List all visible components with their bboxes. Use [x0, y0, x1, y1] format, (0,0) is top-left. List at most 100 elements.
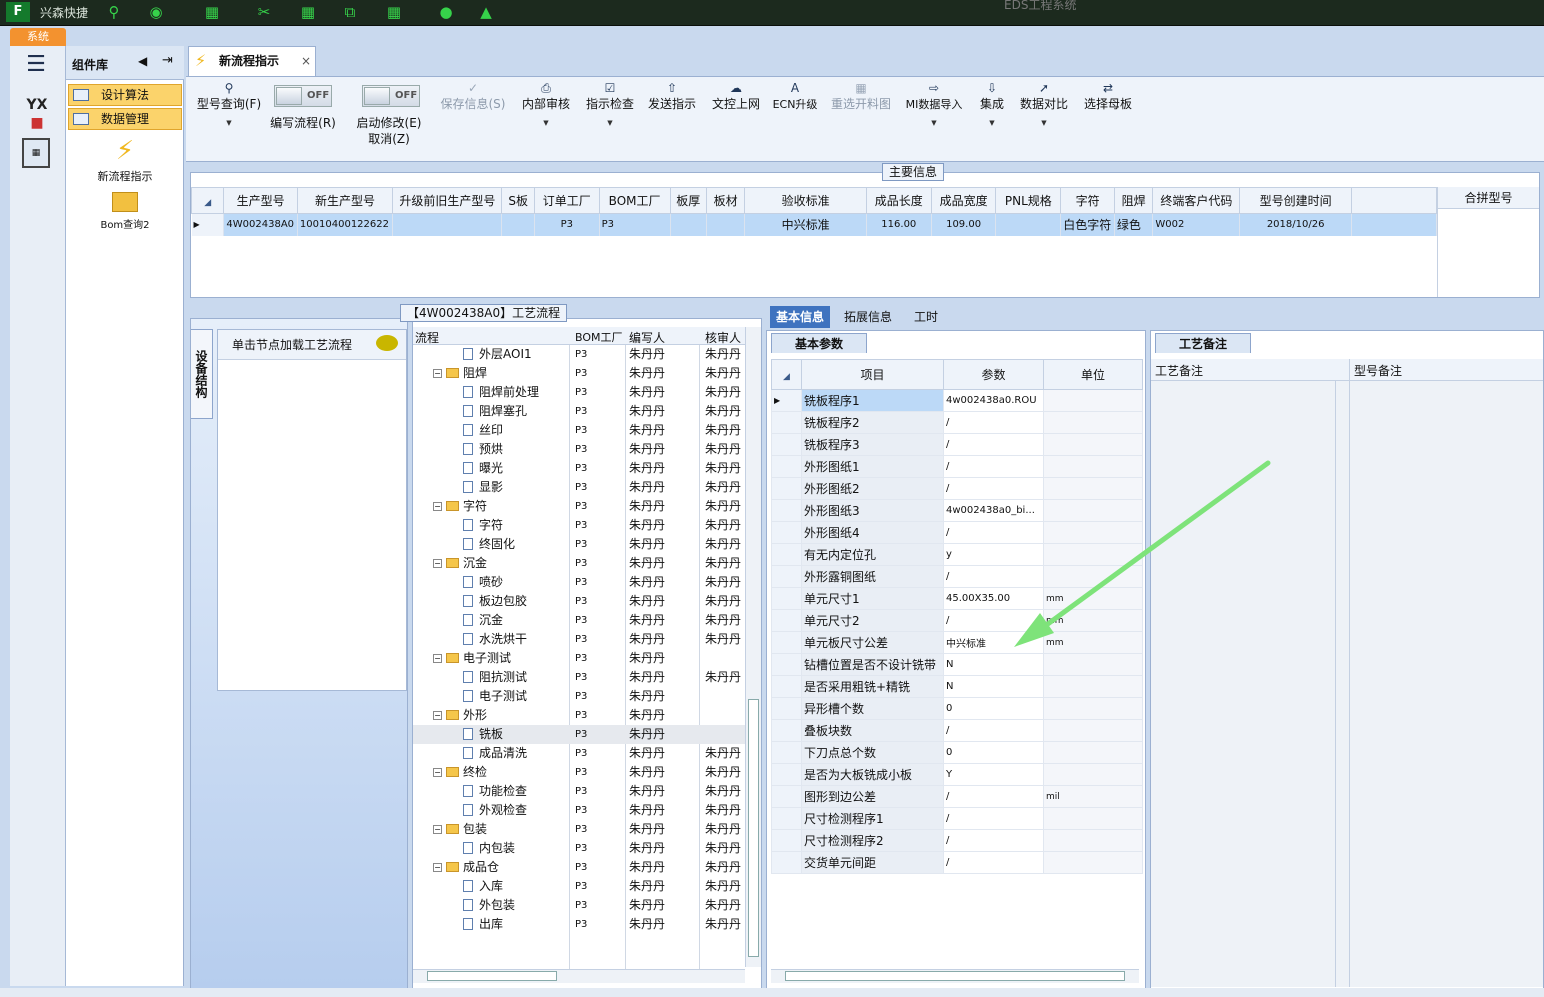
- column-header[interactable]: 终端客户代码: [1152, 187, 1241, 214]
- tree-node[interactable]: 字符 P3 朱丹丹 朱丹丹: [413, 516, 745, 535]
- table-row[interactable]: 下刀点总个数 0: [771, 741, 1143, 764]
- param-value-cell[interactable]: /: [943, 719, 1044, 742]
- cancel-modify-label[interactable]: 取消(Z): [354, 131, 424, 147]
- table-cell[interactable]: P3: [599, 213, 671, 236]
- table-cell[interactable]: 10010400122622: [297, 213, 394, 236]
- grid-icon[interactable]: ▦: [202, 3, 222, 21]
- column-header[interactable]: S板: [501, 187, 535, 214]
- tree-node[interactable]: 板边包胶 P3 朱丹丹 朱丹丹: [413, 592, 745, 611]
- tree-node[interactable]: 终固化 P3 朱丹丹 朱丹丹: [413, 535, 745, 554]
- tree-node[interactable]: 曝光 P3 朱丹丹 朱丹丹: [413, 459, 745, 478]
- tree-horizontal-scrollbar[interactable]: [413, 969, 745, 983]
- tree-node[interactable]: 内包装 P3 朱丹丹 朱丹丹: [413, 839, 745, 858]
- param-value-cell[interactable]: /: [943, 785, 1044, 808]
- ecn-upgrade-button[interactable]: A ECN升级: [770, 81, 820, 112]
- model-query-button[interactable]: ⚲ 型号查询(F) ▼: [194, 81, 264, 131]
- tab-extended-info[interactable]: 拓展信息: [838, 306, 898, 328]
- column-header[interactable]: 项目: [801, 359, 944, 390]
- table-row[interactable]: 叠板块数 /: [771, 719, 1143, 742]
- user-icon[interactable]: ●: [436, 3, 456, 21]
- tree-node[interactable]: 外观检查 P3 朱丹丹 朱丹丹: [413, 801, 745, 820]
- column-header[interactable]: 升级前旧生产型号: [392, 187, 503, 214]
- table-cell[interactable]: 中兴标准: [744, 213, 867, 236]
- internal-review-button[interactable]: ⎙ 内部审核 ▼: [518, 81, 574, 131]
- collapse-icon[interactable]: −: [433, 369, 442, 378]
- column-header[interactable]: PNL规格: [995, 187, 1062, 214]
- copy-icon[interactable]: ⧉: [340, 3, 360, 21]
- reselect-cut-drawing-button[interactable]: ▦ 重选开料图: [828, 81, 894, 112]
- scrollbar-thumb[interactable]: [785, 971, 1125, 981]
- tree-node[interactable]: 沉金 P3 朱丹丹 朱丹丹: [413, 611, 745, 630]
- integrate-button[interactable]: ⇩ 集成 ▼: [974, 81, 1010, 131]
- column-header[interactable]: BOM工厂: [575, 329, 623, 345]
- params-horizontal-scrollbar[interactable]: [771, 969, 1139, 983]
- column-header[interactable]: 验收标准: [744, 187, 867, 214]
- param-value-cell[interactable]: /: [943, 807, 1044, 830]
- column-header[interactable]: 成品宽度: [930, 187, 997, 214]
- lib-item-design-algorithm[interactable]: 设计算法: [68, 84, 182, 106]
- lib-item-data-management[interactable]: 数据管理: [68, 108, 182, 130]
- tree-node[interactable]: − 沉金 P3 朱丹丹 朱丹丹: [413, 554, 745, 573]
- table-row[interactable]: 铣板程序2/: [771, 411, 1143, 434]
- table-cell[interactable]: P3: [534, 213, 600, 236]
- tree-node[interactable]: − 终检 P3 朱丹丹 朱丹丹: [413, 763, 745, 782]
- tree-node[interactable]: 阻焊前处理 P3 朱丹丹 朱丹丹: [413, 383, 745, 402]
- tab-new-process[interactable]: ⚡ 新流程指示 ×: [188, 46, 316, 76]
- param-value-cell[interactable]: N: [943, 653, 1044, 676]
- factory-icon[interactable]: YX ■: [20, 96, 54, 131]
- tree-node[interactable]: 成品清洗 P3 朱丹丹 朱丹丹: [413, 744, 745, 763]
- tab-basic-info[interactable]: 基本信息: [770, 306, 831, 328]
- save-info-button[interactable]: ✓ 保存信息(S): [438, 81, 508, 112]
- tree-node[interactable]: − 阻焊 P3 朱丹丹 朱丹丹: [413, 364, 745, 383]
- model-notes-textarea[interactable]: [1349, 381, 1543, 987]
- table-cell[interactable]: [392, 213, 503, 236]
- param-value-cell[interactable]: /: [943, 829, 1044, 852]
- column-header[interactable]: BOM工厂: [598, 187, 671, 214]
- chevron-down-icon[interactable]: ▼: [1016, 116, 1072, 131]
- table-cell[interactable]: 109.00: [931, 213, 997, 236]
- start-modify-toggle[interactable]: OFF: [362, 85, 420, 107]
- param-value-cell[interactable]: /: [943, 411, 1044, 434]
- param-value-cell[interactable]: 0: [943, 697, 1044, 720]
- tree-node[interactable]: 外层AOI1 P3 朱丹丹 朱丹丹: [413, 345, 745, 364]
- process-notes-scrollbar[interactable]: [1335, 381, 1349, 987]
- tree-node[interactable]: − 电子测试 P3 朱丹丹: [413, 649, 745, 668]
- tree-node[interactable]: − 成品仓 P3 朱丹丹 朱丹丹: [413, 858, 745, 877]
- launcher-new-process[interactable]: ⚡ 新流程指示: [66, 134, 184, 184]
- chevron-down-icon[interactable]: ▼: [194, 116, 264, 131]
- table-cell[interactable]: [670, 213, 707, 236]
- tree-node[interactable]: 阻焊塞孔 P3 朱丹丹 朱丹丹: [413, 402, 745, 421]
- main-info-grid[interactable]: ◢ 生产型号 新生产型号 升级前旧生产型号 S板 订单工厂 BOM工厂 板厚 板…: [190, 187, 1438, 236]
- collapse-icon[interactable]: −: [433, 502, 442, 511]
- table-cell[interactable]: W002: [1152, 213, 1241, 236]
- table-row[interactable]: 交货单元间距 /: [771, 851, 1143, 874]
- param-value-cell[interactable]: 4w002438a0.ROU: [943, 389, 1044, 412]
- mi-import-button[interactable]: ⇨ MI数据导入 ▼: [902, 81, 966, 131]
- tree-node[interactable]: 喷砂 P3 朱丹丹 朱丹丹: [413, 573, 745, 592]
- table-cell[interactable]: 绿色: [1114, 213, 1154, 236]
- close-icon[interactable]: ×: [301, 47, 311, 75]
- table-row[interactable]: 铣板程序3/: [771, 433, 1143, 456]
- table-cell[interactable]: [501, 213, 535, 236]
- table-row[interactable]: 图形到边公差 / mil: [771, 785, 1143, 808]
- collapse-icon[interactable]: −: [433, 711, 442, 720]
- search-icon[interactable]: ⚲: [104, 3, 124, 21]
- chevron-down-icon[interactable]: ▼: [518, 116, 574, 131]
- tree-node[interactable]: − 外形 P3 朱丹丹: [413, 706, 745, 725]
- collapse-icon[interactable]: −: [433, 654, 442, 663]
- tree-node[interactable]: 入库 P3 朱丹丹 朱丹丹: [413, 877, 745, 896]
- scrollbar-thumb[interactable]: [748, 699, 759, 957]
- table-row[interactable]: 是否为大板铣成小板 Y: [771, 763, 1143, 786]
- table-row[interactable]: 异形槽个数 0: [771, 697, 1143, 720]
- table-row[interactable]: 尺寸检测程序2/: [771, 829, 1143, 852]
- pin-icon[interactable]: ⇥: [162, 53, 173, 68]
- scissors-icon[interactable]: ✂: [254, 3, 274, 21]
- column-header[interactable]: 字符: [1060, 187, 1115, 214]
- tree-node[interactable]: 出库 P3 朱丹丹 朱丹丹: [413, 915, 745, 934]
- column-header[interactable]: 核审人: [705, 329, 741, 346]
- table-row[interactable]: ▶ 铣板程序1 4w002438a0.ROU: [771, 389, 1143, 412]
- param-value-cell[interactable]: Y: [943, 763, 1044, 786]
- chevron-down-icon[interactable]: ▼: [582, 116, 638, 131]
- tree-node[interactable]: 电子测试 P3 朱丹丹: [413, 687, 745, 706]
- data-compare-button[interactable]: ➚ 数据对比 ▼: [1016, 81, 1072, 131]
